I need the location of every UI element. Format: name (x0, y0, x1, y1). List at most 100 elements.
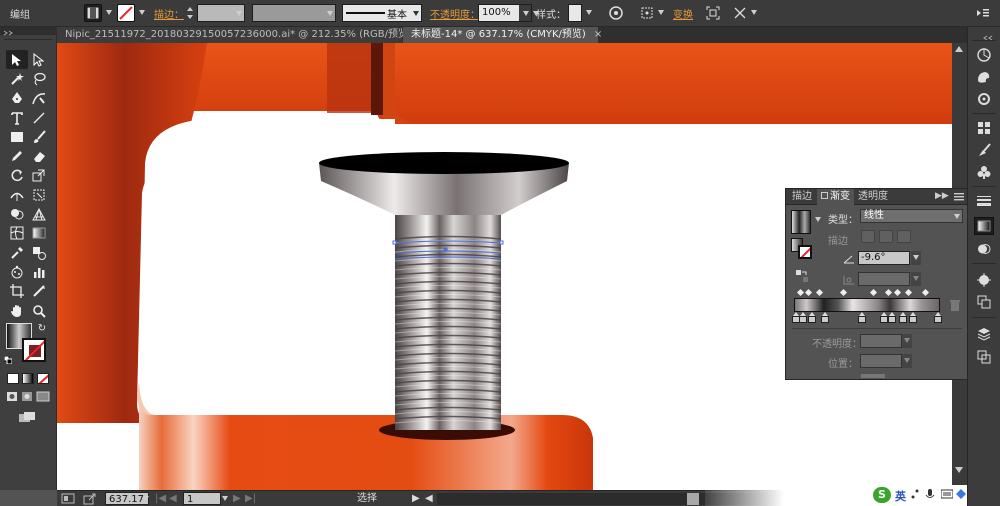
punctuation-icon[interactable] (910, 488, 920, 499)
artboard-dropdown-arrow[interactable] (220, 492, 228, 505)
width-tool-icon[interactable] (6, 185, 28, 204)
type-tool-icon[interactable] (6, 108, 28, 127)
gradient-midpoint[interactable] (869, 288, 877, 297)
tab-untitled-14[interactable]: 未标题-14* @ 637.17% (CMYK/预览) × (403, 27, 602, 43)
opacity-field[interactable]: 100% (478, 4, 532, 22)
zoom-tool-icon[interactable] (28, 301, 50, 320)
layers-icon[interactable] (974, 325, 994, 343)
gradient-thumbnail[interactable] (791, 210, 811, 234)
stroke-gradient-across-icon[interactable] (897, 230, 911, 243)
stroke-panel-icon[interactable] (974, 192, 994, 210)
direct-selection-tool-icon[interactable] (28, 50, 50, 69)
gradient-stop[interactable] (857, 312, 866, 323)
aspect-ratio-field[interactable] (858, 272, 910, 286)
stroke-swatch-button[interactable] (117, 4, 135, 22)
aspect-ratio-arrow[interactable] (911, 272, 921, 286)
first-artboard-icon[interactable] (61, 492, 75, 505)
artboard-number-field[interactable]: 1 (183, 492, 221, 505)
gradient-midpoint[interactable] (894, 288, 902, 297)
artboards-panel-icon[interactable] (974, 293, 994, 311)
symbols-icon[interactable] (974, 163, 994, 181)
panel-resize-grip[interactable] (861, 374, 885, 378)
transform-options-arrow[interactable] (749, 4, 757, 22)
fill-dropdown-arrow[interactable] (104, 4, 112, 22)
swap-fill-stroke-icon[interactable]: ↻ (35, 321, 49, 335)
gradient-slider[interactable] (794, 298, 940, 312)
gradient-stop[interactable] (933, 312, 942, 323)
blend-tool-icon[interactable] (28, 243, 50, 262)
variable-width-dropdown[interactable] (252, 4, 336, 22)
perspective-grid-tool-icon[interactable] (28, 204, 50, 223)
curvature-tool-icon[interactable] (28, 89, 50, 108)
draw-behind-icon[interactable] (21, 391, 33, 402)
stop-location-arrow[interactable] (902, 354, 912, 368)
isolate-group-icon[interactable] (704, 4, 722, 22)
gradient-midpoint[interactable] (922, 288, 930, 297)
gradient-stop[interactable] (908, 312, 917, 323)
none-mode-icon[interactable] (37, 373, 49, 384)
pencil-tool-icon[interactable] (6, 146, 28, 165)
gradient-stop[interactable] (799, 312, 808, 323)
brush-profile-dropdown[interactable]: 基本 (342, 4, 422, 22)
eraser-tool-icon[interactable] (28, 146, 50, 165)
last-page-icon[interactable]: ▶| (245, 492, 257, 505)
artboard-tool-icon[interactable] (6, 282, 28, 301)
gradient-tool-icon[interactable] (28, 224, 50, 243)
stroke-gradient-within-icon[interactable] (861, 230, 875, 243)
tools-panel-header[interactable] (0, 27, 57, 36)
dock-collapse-handle[interactable] (972, 31, 996, 41)
panel-collapse-icon[interactable]: ▶▶ (935, 191, 949, 201)
delete-stop-icon[interactable] (949, 299, 961, 311)
transform-options-icon[interactable] (731, 4, 749, 22)
mesh-tool-icon[interactable] (6, 224, 28, 243)
rectangle-tool-icon[interactable] (6, 127, 28, 146)
gradient-stop[interactable] (898, 312, 907, 323)
color-guide-icon[interactable] (974, 68, 994, 86)
stroke-weight-stepper[interactable] (185, 4, 195, 22)
tab-close-icon[interactable]: × (594, 29, 602, 40)
tab-stroke[interactable]: 描边 (788, 189, 816, 205)
gradient-stroke-mini-swatch[interactable] (798, 245, 812, 259)
gradient-stop[interactable] (821, 312, 830, 323)
stroke-dropdown-arrow[interactable] (137, 4, 145, 22)
color-mode-icon[interactable] (7, 373, 19, 384)
sogou-ime-icon[interactable]: S (873, 487, 891, 503)
color-panel-icon[interactable] (974, 46, 994, 64)
eyedropper-tool-icon[interactable] (6, 243, 28, 262)
rotate-tool-icon[interactable] (6, 166, 28, 185)
slice-tool-icon[interactable] (28, 282, 50, 301)
graphic-style-swatch[interactable] (568, 4, 582, 22)
magic-wand-icon[interactable] (6, 69, 28, 88)
gradient-midpoint[interactable] (804, 288, 812, 297)
selection-tool-icon[interactable] (6, 50, 28, 70)
keyboard-icon[interactable] (940, 489, 954, 499)
transform-label[interactable]: 变换 (673, 6, 693, 24)
paintbrush-tool-icon[interactable] (28, 127, 50, 146)
scale-tool-icon[interactable] (28, 166, 50, 185)
horizontal-scrollbar-track[interactable] (437, 493, 687, 505)
panel-menu-icon[interactable] (954, 192, 964, 202)
angle-dropdown-arrow[interactable] (911, 251, 921, 265)
shape-builder-tool-icon[interactable] (6, 204, 28, 223)
fill-swatch-button[interactable] (84, 4, 102, 22)
gradient-midpoint[interactable] (840, 288, 848, 297)
recolor-artwork-icon[interactable] (607, 4, 625, 22)
screen-mode-icon[interactable] (18, 411, 36, 423)
hand-tool-icon[interactable] (6, 301, 28, 320)
draw-inside-icon[interactable] (36, 391, 50, 402)
stop-opacity-field[interactable] (860, 334, 902, 348)
line-segment-tool-icon[interactable] (28, 108, 50, 127)
first-page-icon[interactable]: |◀ (155, 492, 167, 505)
brushes-icon[interactable] (974, 141, 994, 159)
skin-icon[interactable] (956, 489, 966, 499)
previous-page-icon[interactable]: ◀ (169, 492, 179, 505)
gradient-midpoint[interactable] (904, 288, 912, 297)
gradient-midpoint[interactable] (796, 288, 804, 297)
gradient-stop[interactable] (879, 312, 888, 323)
next-page-icon[interactable]: ▶ (233, 492, 243, 505)
stroke-label[interactable]: 描边： (154, 6, 184, 24)
gradient-panel-icon[interactable] (974, 217, 994, 235)
gradient-stop[interactable] (888, 312, 897, 323)
reverse-gradient-icon[interactable] (796, 270, 808, 282)
default-fill-stroke-icon[interactable] (3, 354, 13, 365)
